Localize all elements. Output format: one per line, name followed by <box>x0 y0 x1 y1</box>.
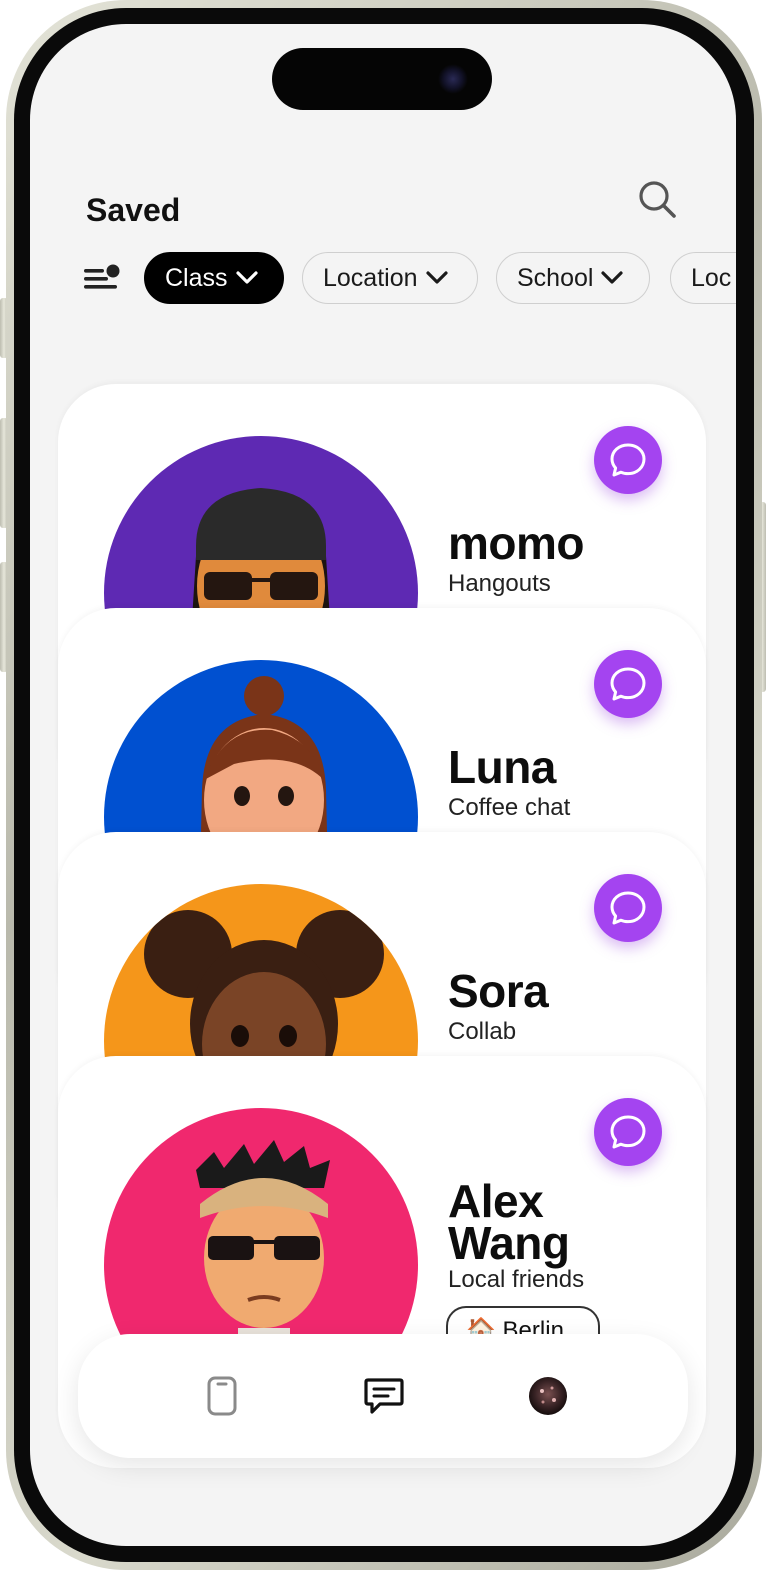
chat-button[interactable] <box>594 426 662 494</box>
tab-phone[interactable] <box>198 1372 246 1420</box>
tab-profile[interactable] <box>524 1372 572 1420</box>
profile-tag: Collab <box>448 1018 517 1045</box>
chat-button[interactable] <box>594 1098 662 1166</box>
chat-bubble-icon <box>610 667 646 701</box>
profile-name: Sora <box>448 965 549 1017</box>
filter-chip-label: Class <box>165 263 228 292</box>
search-icon[interactable] <box>636 178 680 222</box>
tab-messages[interactable] <box>360 1372 408 1420</box>
profile-name: Luna <box>448 741 556 793</box>
messages-icon <box>364 1378 404 1414</box>
filter-chip-label: Location <box>323 263 418 292</box>
page-title: Saved <box>86 192 181 228</box>
tab-bar <box>78 1334 688 1458</box>
profile-tag: Hangouts <box>448 570 551 597</box>
profile-tag: Local friends <box>448 1266 585 1293</box>
filter-chip-location[interactable]: Location <box>302 252 478 304</box>
profile-tag: Coffee chat <box>448 794 571 821</box>
filter-chip-label: School <box>517 263 594 292</box>
filter-chip-label: Loc <box>691 263 732 292</box>
camera-icon <box>438 64 468 94</box>
chevron-down-icon <box>425 271 448 284</box>
dynamic-island <box>272 48 492 110</box>
phone-icon <box>207 1376 237 1416</box>
filter-chip-class[interactable]: Class <box>144 252 284 304</box>
chevron-down-icon <box>601 271 624 284</box>
filter-list-icon[interactable] <box>84 264 120 294</box>
filter-chip-school[interactable]: School <box>496 252 650 304</box>
chat-button[interactable] <box>594 650 662 718</box>
screen: Saved Class Location School Loc momo Han… <box>30 24 736 1546</box>
chevron-down-icon <box>235 271 258 284</box>
profile-name: momo <box>448 517 585 569</box>
chat-bubble-icon <box>610 1115 646 1149</box>
filter-chips: Class Location School Loc <box>144 252 736 308</box>
chat-bubble-icon <box>610 443 646 477</box>
profile-name: Alex Wang <box>448 1175 570 1269</box>
chat-bubble-icon <box>610 891 646 925</box>
chat-button[interactable] <box>594 874 662 942</box>
filter-chip-loc[interactable]: Loc <box>670 252 736 304</box>
profile-avatar <box>529 1377 567 1415</box>
